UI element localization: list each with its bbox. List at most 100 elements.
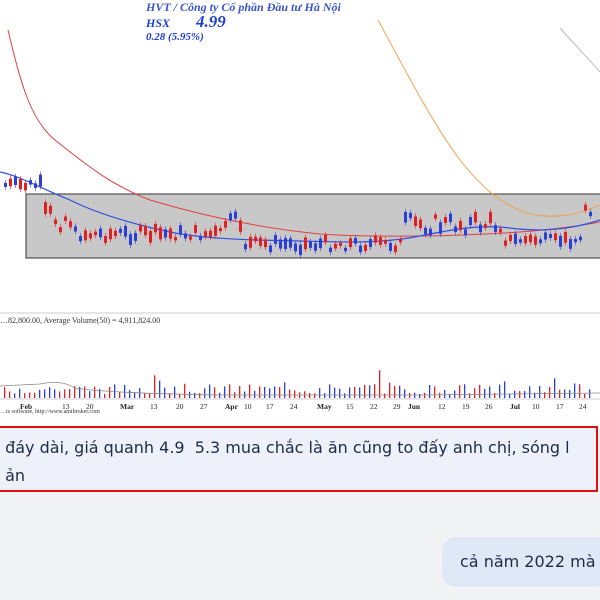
x-axis-tick-label: 24: [290, 402, 298, 411]
volume-bar: [49, 387, 51, 398]
x-axis-tick-label: 20: [176, 402, 184, 411]
x-axis-tick-label: Jun: [408, 402, 421, 411]
x-axis-tick-label: Mar: [120, 402, 135, 411]
volume-bar: [124, 384, 126, 398]
volume-bar: [39, 389, 41, 398]
volume-bar: [274, 386, 276, 398]
volume-bar: [374, 384, 376, 398]
volume-bar: [554, 378, 556, 398]
volume-bar: [199, 393, 201, 398]
volume-bar: [479, 384, 481, 398]
candle-body: [589, 211, 592, 217]
volume-bar: [379, 370, 381, 398]
volume-bar: [229, 384, 231, 398]
volume-bar: [584, 393, 586, 398]
candle-body: [334, 243, 337, 249]
volume-bar: [214, 387, 216, 398]
candle-body: [219, 228, 222, 232]
candle-body: [434, 214, 437, 219]
volume-bar: [259, 386, 261, 398]
candle-body: [9, 178, 12, 187]
stock-name: HVT / Công ty Cổ phần Đầu tư Hà Nội: [146, 0, 341, 14]
volume-bar: [389, 382, 391, 398]
volume-bar: [289, 389, 291, 398]
x-axis-tick-label: 22: [370, 402, 378, 411]
candle-body: [14, 176, 17, 185]
candle-body: [114, 230, 117, 237]
candle-body: [364, 244, 367, 252]
candle-body: [154, 223, 157, 233]
volume-bar: [114, 384, 116, 398]
candle-body: [124, 225, 127, 237]
candle-body: [144, 225, 147, 236]
volume-bar: [254, 390, 256, 398]
volume-bar: [249, 384, 251, 398]
candle-body: [244, 243, 247, 250]
candle-body: [54, 219, 57, 225]
volume-bar: [9, 391, 11, 398]
volume-bar: [409, 393, 411, 398]
candle-body: [329, 247, 332, 253]
candle-body: [189, 236, 192, 240]
x-axis-tick-label: May: [317, 402, 332, 411]
candle-body: [484, 224, 487, 228]
volume-bar: [354, 386, 356, 398]
candle-body: [549, 234, 552, 238]
volume-bar: [364, 384, 366, 398]
volume-bar: [424, 392, 426, 398]
x-axis-tick-label: 24: [579, 402, 587, 411]
volume-bar: [239, 386, 241, 398]
caption-line-2: ản: [0, 466, 26, 485]
candle-body: [519, 239, 522, 243]
candle-body: [94, 231, 97, 236]
price-label: 4.99: [196, 12, 226, 31]
candle-body: [74, 226, 77, 232]
volume-bar: [444, 390, 446, 398]
candle-body: [194, 225, 197, 233]
volume-bar: [29, 392, 31, 398]
candle-body: [444, 217, 447, 223]
candle-body: [209, 230, 212, 237]
volume-bar: [119, 391, 121, 398]
candle-body: [479, 224, 482, 233]
candle-body: [469, 216, 472, 226]
x-axis-tick-label: 19: [462, 402, 470, 411]
volume-bar: [419, 393, 421, 398]
volume-bar: [439, 392, 441, 398]
candle-body: [419, 219, 422, 229]
candle-body: [454, 226, 457, 232]
volume-bar: [549, 386, 551, 398]
price-range-box: [25, 193, 600, 259]
candle-body: [34, 183, 37, 188]
candle-body: [204, 231, 207, 237]
candle-body: [349, 238, 352, 248]
candle-body: [229, 213, 232, 221]
x-axis-tick-label: 26: [485, 402, 493, 411]
candle-body: [514, 233, 517, 244]
candle-body: [539, 239, 542, 244]
volume-bar: [224, 386, 226, 398]
volume-bar: [369, 385, 371, 398]
volume-bar: [344, 393, 346, 398]
candle-body: [569, 239, 572, 249]
candle-body: [234, 211, 237, 219]
chat-message-bubble[interactable]: cả năm 2022 mà: [442, 537, 600, 587]
volume-bar: [359, 387, 361, 398]
volume-bar: [209, 384, 211, 398]
volume-bar: [144, 393, 146, 398]
volume-bar: [559, 389, 561, 398]
candle-body: [534, 236, 537, 245]
candle-body: [149, 231, 152, 243]
caption-text: đáy dài, giá quanh 4.9 5.3 mua chắc là ă…: [0, 434, 600, 490]
chat-message-text: cả năm 2022 mà: [460, 552, 596, 571]
candle-body: [164, 229, 167, 238]
candle-body: [574, 238, 577, 243]
volume-bar: [334, 387, 336, 398]
volume-bar: [539, 386, 541, 398]
candle-body: [119, 228, 122, 233]
volume-bar: [44, 389, 46, 398]
candle-body: [249, 236, 252, 248]
volume-bar: [94, 386, 96, 398]
candle-body: [389, 242, 392, 251]
volume-bar: [154, 375, 156, 398]
